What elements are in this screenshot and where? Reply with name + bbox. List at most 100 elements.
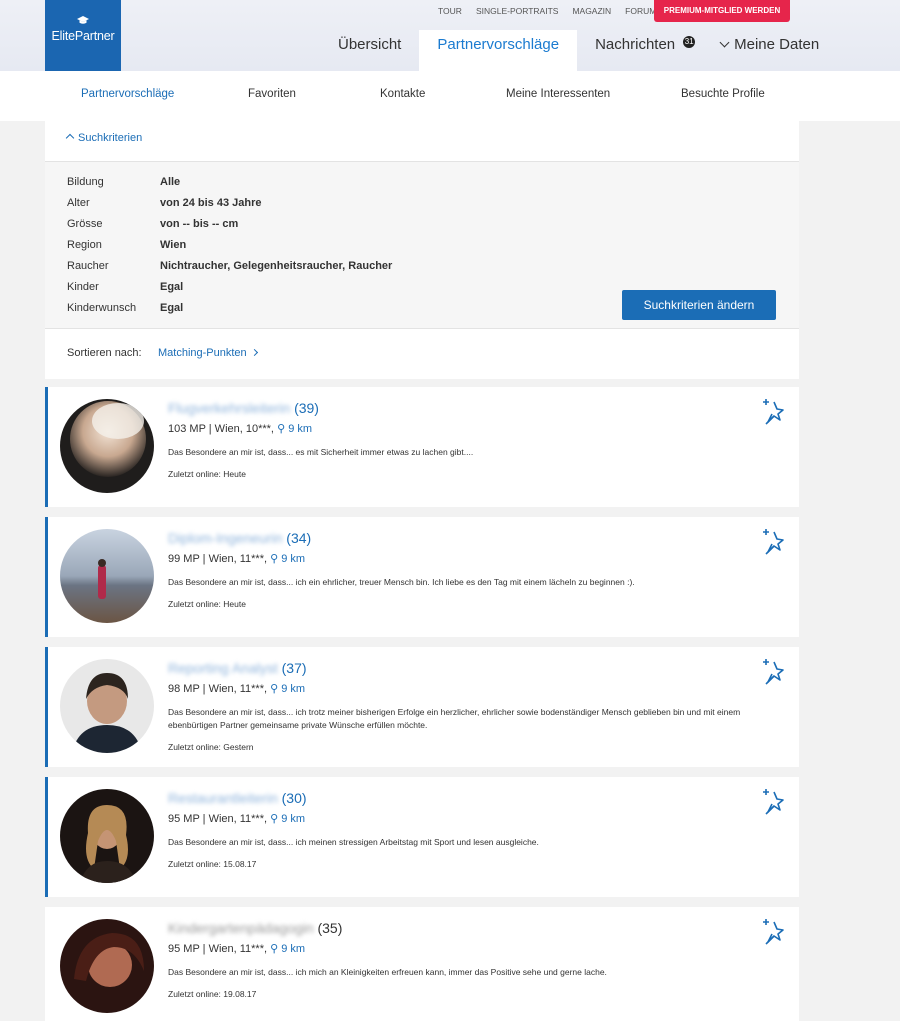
subnav-kontakte[interactable]: Kontakte	[380, 88, 425, 100]
criteria-label: Kinderwunsch	[67, 302, 137, 314]
profile-title[interactable]: Reporting Analyst (37)	[168, 660, 307, 676]
logo-text: ElitePartner	[51, 29, 115, 43]
messages-count-badge: 31	[683, 36, 696, 48]
distance-value: 9 km	[281, 683, 306, 695]
distance-value: 9 km	[281, 553, 306, 565]
profile-distance: ⚲ 9 km	[270, 943, 305, 955]
profile-distance: ⚲ 9 km	[277, 423, 312, 435]
chevron-down-icon	[719, 37, 730, 48]
profile-meta-text: 99 MP | Wien, 11***,	[168, 553, 268, 565]
sparkle-pin-icon[interactable]	[761, 787, 787, 815]
profile-description: Das Besondere an mir ist, dass... ich tr…	[168, 707, 741, 730]
profile-meta: 103 MP | Wien, 10***, ⚲ 9 km	[168, 422, 312, 435]
elitepartner-logo[interactable]: ElitePartner	[45, 0, 121, 71]
criteria-value: Nichtraucher, Gelegenheitsraucher, Rauch…	[160, 260, 393, 272]
criteria-header: Suchkriterien	[45, 121, 799, 162]
premium-button[interactable]: PREMIUM-MITGLIED WERDEN	[654, 0, 790, 22]
profile-title[interactable]: Restaurantleiterin (30)	[168, 790, 307, 806]
tab-label: Übersicht	[338, 36, 402, 53]
avatar[interactable]	[60, 919, 154, 1013]
criteria-value: von 24 bis 43 Jahre	[160, 197, 262, 209]
criteria-toggle-label: Suchkriterien	[78, 132, 143, 144]
sparkle-pin-icon[interactable]	[761, 917, 787, 945]
profile-profession: Restaurantleiterin	[168, 790, 278, 806]
top-links: TOUR SINGLE-PORTRAITS MAGAZIN FORUM	[438, 6, 670, 16]
top-link-forum[interactable]: FORUM	[625, 6, 656, 16]
profile-card[interactable]: Flugverkehrsleiterin (39) 103 MP | Wien,…	[45, 387, 799, 507]
location-pin-icon: ⚲	[270, 813, 279, 825]
sort-selector[interactable]: Matching-Punkten	[158, 347, 258, 359]
subnav-favoriten[interactable]: Favoriten	[248, 88, 296, 100]
profile-card[interactable]: Reporting Analyst (37) 98 MP | Wien, 11*…	[45, 647, 799, 767]
subnav-besuchte-profile[interactable]: Besuchte Profile	[681, 88, 765, 100]
tab-label: Meine Daten	[734, 36, 820, 53]
profile-meta: 95 MP | Wien, 11***, ⚲ 9 km	[168, 942, 305, 955]
profile-title[interactable]: Flugverkehrsleiterin (39)	[168, 400, 319, 416]
criteria-label: Alter	[67, 197, 90, 209]
top-link-tour[interactable]: TOUR	[438, 6, 462, 16]
avatar[interactable]	[60, 789, 154, 883]
profile-description: Das Besondere an mir ist, dass... ich mi…	[168, 967, 607, 977]
avatar[interactable]	[60, 399, 154, 493]
location-pin-icon: ⚲	[270, 683, 279, 695]
profile-card[interactable]: Kindergartenpädagogin (35) 95 MP | Wien,…	[45, 907, 799, 1021]
profile-meta: 98 MP | Wien, 11***, ⚲ 9 km	[168, 682, 305, 695]
distance-value: 9 km	[288, 423, 313, 435]
criteria-label: Bildung	[67, 176, 104, 188]
profile-profession: Reporting Analyst	[168, 660, 278, 676]
profile-card[interactable]: Diplom-Ingeneurin (34) 99 MP | Wien, 11*…	[45, 517, 799, 637]
profile-last-online: Zuletzt online: Heute	[168, 599, 246, 609]
sort-bar: Sortieren nach: Matching-Punkten	[45, 329, 799, 379]
profile-description: Das Besondere an mir ist, dass... ich ei…	[168, 577, 635, 587]
tab-uebersicht[interactable]: Übersicht	[320, 30, 419, 71]
profile-distance: ⚲ 9 km	[270, 553, 305, 565]
profile-last-online: Zuletzt online: 15.08.17	[168, 859, 257, 869]
profile-meta-text: 98 MP | Wien, 11***,	[168, 683, 268, 695]
criteria-value: Wien	[160, 239, 187, 251]
location-pin-icon: ⚲	[270, 553, 279, 565]
profile-profession: Kindergartenpädagogin	[168, 920, 314, 936]
profile-title[interactable]: Kindergartenpädagogin (35)	[168, 920, 342, 936]
change-criteria-button[interactable]: Suchkriterien ändern	[622, 290, 776, 320]
graduation-cap-icon	[45, 16, 121, 27]
profile-card[interactable]: Restaurantleiterin (30) 95 MP | Wien, 11…	[45, 777, 799, 897]
sort-label: Sortieren nach:	[67, 347, 142, 359]
profile-meta: 99 MP | Wien, 11***, ⚲ 9 km	[168, 552, 305, 565]
criteria-label: Raucher	[67, 260, 109, 272]
top-link-magazin[interactable]: MAGAZIN	[572, 6, 611, 16]
profile-description: Das Besondere an mir ist, dass... ich me…	[168, 837, 539, 847]
chevron-right-icon	[250, 348, 258, 357]
sparkle-pin-icon[interactable]	[761, 397, 787, 425]
criteria-label: Grösse	[67, 218, 103, 230]
profile-last-online: Zuletzt online: 19.08.17	[168, 989, 257, 999]
tab-label: Nachrichten	[595, 36, 676, 53]
distance-value: 9 km	[281, 813, 306, 825]
tab-nachrichten[interactable]: Nachrichten 31	[577, 30, 703, 71]
criteria-toggle[interactable]: Suchkriterien	[65, 132, 143, 144]
sparkle-pin-icon[interactable]	[761, 527, 787, 555]
profile-meta: 95 MP | Wien, 11***, ⚲ 9 km	[168, 812, 305, 825]
profile-meta-text: 95 MP | Wien, 11***,	[168, 943, 268, 955]
profile-distance: ⚲ 9 km	[270, 813, 305, 825]
profile-meta-text: 103 MP | Wien, 10***,	[168, 423, 274, 435]
profile-profession: Flugverkehrsleiterin	[168, 400, 291, 416]
chevron-up-icon	[65, 133, 75, 143]
avatar[interactable]	[60, 529, 154, 623]
profile-title[interactable]: Diplom-Ingeneurin (34)	[168, 530, 311, 546]
criteria-value: Egal	[160, 302, 184, 314]
profile-meta-text: 95 MP | Wien, 11***,	[168, 813, 268, 825]
criteria-value: von -- bis -- cm	[160, 218, 239, 230]
criteria-label: Region	[67, 239, 102, 251]
subnav-meine-interessenten[interactable]: Meine Interessenten	[506, 88, 610, 100]
tab-meine-daten[interactable]: Meine Daten	[703, 30, 837, 71]
top-link-single-portraits[interactable]: SINGLE-PORTRAITS	[476, 6, 559, 16]
subnav-partnervorschlaege[interactable]: Partnervorschläge	[81, 88, 174, 100]
profile-age: (39)	[294, 400, 319, 416]
sparkle-pin-icon[interactable]	[761, 657, 787, 685]
location-pin-icon: ⚲	[270, 943, 279, 955]
criteria-value: Egal	[160, 281, 184, 293]
main-nav: Übersicht Partnervorschläge Nachrichten …	[320, 30, 837, 71]
tab-partnervorschlaege[interactable]: Partnervorschläge	[419, 30, 578, 71]
avatar[interactable]	[60, 659, 154, 753]
profile-description: Das Besondere an mir ist, dass... es mit…	[168, 447, 474, 457]
